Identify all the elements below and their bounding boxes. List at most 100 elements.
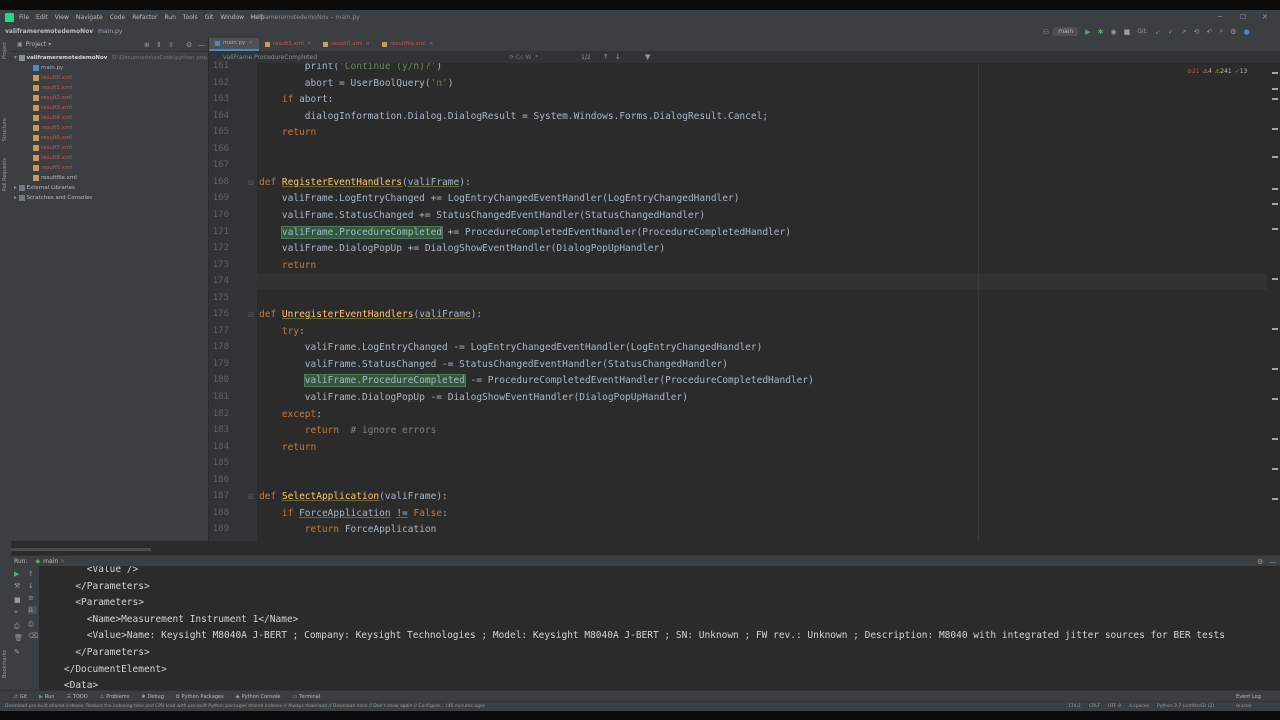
- bottom-tab-run[interactable]: ▶ Run: [39, 694, 54, 700]
- collapse-all-icon[interactable]: ⇕: [156, 41, 162, 49]
- code-line[interactable]: return ForceApplication: [259, 524, 437, 535]
- editor-tab[interactable]: result0.xml ×: [317, 38, 376, 51]
- maximize-icon[interactable]: ☐: [1240, 13, 1246, 21]
- caret-position[interactable]: 174:1: [1068, 704, 1081, 709]
- code-editor[interactable]: print('Continue (y/n)?') abort = UserBoo…: [257, 63, 1267, 541]
- tree-file-item[interactable]: result9.xml: [11, 163, 208, 173]
- tree-file-item[interactable]: result3.xml: [11, 103, 208, 113]
- find-options[interactable]: ⟳ Cc W .*: [509, 54, 538, 61]
- pull-requests-tool-label[interactable]: Pull Requests: [2, 158, 8, 191]
- indent-setting[interactable]: 4 spaces: [1129, 704, 1149, 709]
- tree-file-item[interactable]: result6.xml: [11, 133, 208, 143]
- user-icon[interactable]: ⚇: [1043, 28, 1049, 36]
- editor-breadcrumb[interactable]: valiFrame.ProcedureCompleted: [223, 54, 317, 61]
- code-line[interactable]: def RegisterEventHandlers(valiFrame):: [259, 177, 471, 188]
- code-line[interactable]: print('Continue (y/n)?'): [259, 63, 442, 72]
- down-icon[interactable]: ↓: [28, 582, 37, 590]
- print-icon[interactable]: ⎙: [14, 622, 23, 631]
- code-line[interactable]: valiFrame.DialogPopUp -= DialogShowEvent…: [259, 392, 688, 403]
- bottom-tab-python-console[interactable]: ◆ Python Console: [236, 694, 281, 700]
- code-line[interactable]: valiFrame.ProcedureCompleted -= Procedur…: [259, 374, 814, 388]
- toolbox-icon[interactable]: ●: [1244, 28, 1250, 36]
- git-commit-icon[interactable]: ✓: [1168, 28, 1174, 36]
- wrench-icon[interactable]: ⚒: [14, 582, 23, 590]
- editor-tab[interactable]: main.py ×: [209, 38, 259, 51]
- bottom-tab-terminal[interactable]: ▭ Terminal: [292, 694, 320, 700]
- tree-file-item[interactable]: resultfile.xml: [11, 173, 208, 183]
- code-line[interactable]: except:: [259, 409, 322, 420]
- code-line[interactable]: dialogInformation.Dialog.DialogResult = …: [259, 111, 768, 122]
- project-horizontal-scrollbar[interactable]: [11, 548, 151, 551]
- menu-navigate[interactable]: Navigate: [76, 14, 103, 21]
- code-line[interactable]: if abort:: [259, 94, 334, 105]
- pin-tab-icon[interactable]: ✎: [14, 648, 23, 656]
- fold-icon[interactable]: ⊟: [248, 493, 254, 501]
- code-line[interactable]: valiFrame.DialogPopUp += DialogShowEvent…: [259, 243, 665, 254]
- python-interpreter[interactable]: Python 3.7 (untitled3) (2): [1157, 704, 1214, 709]
- project-tool-label[interactable]: Project: [2, 42, 8, 59]
- bookmarks-tool-label[interactable]: Bookmarks: [2, 650, 8, 678]
- tree-file-item[interactable]: result5.xml: [11, 123, 208, 133]
- fold-icon[interactable]: ⊟: [248, 311, 254, 319]
- tree-file-item[interactable]: result8.xml: [11, 153, 208, 163]
- search-everywhere-icon[interactable]: ⌕: [1219, 27, 1223, 36]
- tree-root[interactable]: ▾ valiframeremotedemoNov D:\Documents\vs…: [11, 53, 208, 63]
- code-line[interactable]: abort = UserBoolQuery('n'): [259, 78, 454, 89]
- code-line[interactable]: valiFrame.ProcedureCompleted += Procedur…: [259, 225, 791, 239]
- tree-file-item[interactable]: result2.xml: [11, 93, 208, 103]
- gear-icon[interactable]: ⚙: [186, 41, 192, 49]
- project-panel-title[interactable]: Project: [26, 41, 47, 48]
- bottom-tab-python-packages[interactable]: ⧉ Python Packages: [176, 694, 224, 700]
- event-log-tab[interactable]: Event Log: [1236, 694, 1261, 700]
- tree-file-item[interactable]: result1.xml: [11, 83, 208, 93]
- close-tab-icon[interactable]: ×: [248, 37, 253, 50]
- filter-icon[interactable]: ▼: [645, 53, 650, 61]
- code-line[interactable]: valiFrame.LogEntryChanged -= LogEntryCha…: [259, 342, 763, 353]
- breadcrumb-project[interactable]: valiframeremotedemoNov: [5, 28, 93, 35]
- chevron-down-icon[interactable]: ▾: [48, 41, 51, 48]
- find-next-icon[interactable]: ↓: [615, 53, 621, 61]
- soft-wrap-icon[interactable]: ≡: [28, 594, 37, 602]
- code-line[interactable]: if ForceApplication != False:: [259, 508, 448, 519]
- breadcrumb-file[interactable]: main.py: [98, 28, 122, 35]
- close-tab-icon[interactable]: ×: [307, 38, 312, 51]
- code-line[interactable]: valiFrame.StatusChanged -= StatusChanged…: [259, 359, 728, 370]
- debug-icon[interactable]: ✱: [1098, 28, 1104, 36]
- run-config-select[interactable]: main: [1053, 27, 1079, 36]
- clear-icon[interactable]: ⌫: [28, 632, 38, 640]
- settings-icon[interactable]: ⚙: [1230, 28, 1236, 36]
- close-tab-icon[interactable]: ×: [60, 558, 65, 565]
- pin-icon[interactable]: ⌖: [14, 608, 23, 617]
- menu-refactor[interactable]: Refactor: [132, 14, 157, 21]
- gear-icon[interactable]: ⚙: [1257, 558, 1263, 566]
- menu-code[interactable]: Code: [110, 14, 125, 21]
- history-icon[interactable]: ⟲: [1194, 28, 1200, 36]
- find-prev-icon[interactable]: ↑: [603, 53, 609, 61]
- close-tab-icon[interactable]: ×: [429, 38, 434, 51]
- menu-view[interactable]: View: [55, 14, 69, 21]
- stop-icon[interactable]: ■: [1124, 28, 1131, 36]
- rollback-icon[interactable]: ↶: [1206, 28, 1212, 36]
- line-separator[interactable]: CRLF: [1089, 704, 1100, 709]
- menu-file[interactable]: File: [19, 14, 29, 21]
- locate-icon[interactable]: ⊕: [144, 41, 150, 49]
- delete-icon[interactable]: 🗑: [14, 634, 23, 642]
- hide-panel-icon[interactable]: —: [1269, 558, 1276, 566]
- rerun-icon[interactable]: ▶: [14, 570, 23, 578]
- code-line[interactable]: return # ignore errors: [259, 425, 437, 436]
- run-tab-main[interactable]: main: [43, 558, 58, 565]
- git-push-icon[interactable]: ↗: [1181, 28, 1187, 36]
- git-update-icon[interactable]: ↙: [1155, 28, 1161, 36]
- menu-tools[interactable]: Tools: [183, 14, 198, 21]
- tree-file-item[interactable]: result7.xml: [11, 143, 208, 153]
- expand-icon[interactable]: ⇳: [168, 41, 174, 49]
- code-line[interactable]: valiFrame.StatusChanged += StatusChanged…: [259, 210, 705, 221]
- hide-panel-icon[interactable]: —: [198, 41, 205, 49]
- scroll-to-end-icon[interactable]: ⇊: [28, 606, 37, 614]
- menu-git[interactable]: Git: [205, 14, 214, 21]
- bottom-tab-todo[interactable]: ☰ TODO: [66, 694, 87, 700]
- up-icon[interactable]: ↑: [28, 570, 37, 578]
- code-line[interactable]: return: [259, 127, 316, 138]
- file-encoding[interactable]: UTF-8: [1108, 704, 1121, 709]
- close-icon[interactable]: ✕: [1262, 13, 1268, 21]
